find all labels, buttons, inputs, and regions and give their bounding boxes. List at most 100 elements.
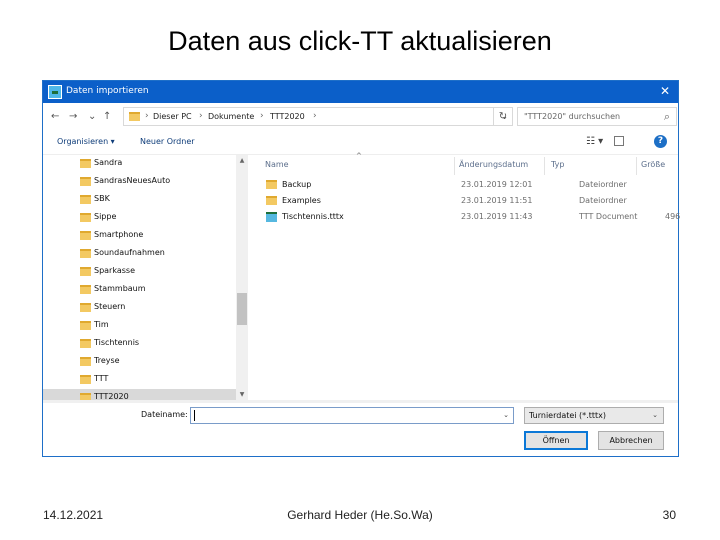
folder-icon (266, 196, 277, 205)
tree-item-label: Sparkasse (94, 266, 135, 275)
file-name: Examples (282, 196, 321, 205)
folder-icon (80, 321, 91, 330)
help-icon[interactable]: ? (654, 135, 667, 148)
scroll-up-icon[interactable]: ▲ (236, 157, 248, 164)
filetype-select[interactable]: Turnierdatei (*.tttx) ⌄ (524, 407, 664, 424)
tree-item-label: Steuern (94, 302, 126, 311)
file-type: TTT Document (579, 212, 638, 221)
footer-author: Gerhard Heder (He.So.Wa) (287, 508, 433, 522)
open-button[interactable]: Öffnen (524, 431, 588, 450)
column-header-date[interactable]: Änderungsdatum (459, 160, 528, 169)
text-caret (194, 410, 195, 421)
file-date: 23.01.2019 12:01 (461, 180, 533, 189)
column-header-name[interactable]: Name (265, 160, 289, 169)
scroll-down-icon[interactable]: ▼ (236, 391, 248, 398)
chevron-right-icon: › (199, 111, 203, 121)
recent-locations-chevron-icon[interactable]: ⌄ (88, 111, 96, 122)
file-date: 23.01.2019 11:51 (461, 196, 533, 205)
tree-item-label: Tischtennis (94, 338, 140, 347)
tree-item-label: Sippe (94, 212, 117, 221)
organize-button[interactable]: Organisieren ▾ (57, 137, 115, 146)
search-placeholder: "TTT2020" durchsuchen (524, 112, 621, 121)
import-dialog: Daten importieren ✕ ← → ⌄ ↑ › Dieser PC … (42, 80, 681, 457)
back-arrow-icon[interactable]: ← (51, 111, 59, 122)
tree-item[interactable]: Sandra (43, 155, 236, 173)
view-options-icon[interactable]: ☷ ▾ (586, 136, 603, 147)
filetype-value: Turnierdatei (*.tttx) (529, 411, 606, 420)
tree-item[interactable]: TTT2020 (43, 389, 236, 400)
tree-item-label: Smartphone (94, 230, 144, 239)
dialog-title: Daten importieren (66, 86, 149, 96)
chevron-right-icon: › (313, 111, 317, 121)
preview-pane-icon[interactable] (614, 136, 624, 146)
tree-item[interactable]: Soundaufnahmen (43, 245, 236, 263)
cancel-button[interactable]: Abbrechen (598, 431, 664, 450)
tree-item-label: TTT (94, 374, 109, 383)
file-row[interactable]: Examples 23.01.2019 11:51 Dateiordner (248, 193, 678, 209)
tree-item[interactable]: TTT (43, 371, 236, 389)
column-divider[interactable] (454, 157, 455, 175)
tree-item[interactable]: Tim (43, 317, 236, 335)
refresh-icon[interactable]: ↻ (493, 107, 513, 126)
folder-icon (129, 112, 140, 121)
column-divider[interactable] (636, 157, 637, 175)
tree-item[interactable]: Sippe (43, 209, 236, 227)
tree-item-label: SBK (94, 194, 110, 203)
filename-input[interactable]: ⌄ (190, 407, 514, 424)
footer-page-number: 30 (662, 508, 676, 522)
file-list: ^ Name Änderungsdatum Typ Größe Backup 23… (248, 152, 681, 400)
forward-arrow-icon[interactable]: → (69, 111, 77, 122)
tree-scrollbar[interactable]: ▲ ▼ (236, 155, 248, 400)
tree-item[interactable]: Tischtennis (43, 335, 236, 353)
tree-item-label: TTT2020 (94, 392, 129, 400)
file-row[interactable]: Backup 23.01.2019 12:01 Dateiordner (248, 177, 678, 193)
folder-icon (80, 159, 91, 168)
folder-icon (80, 231, 91, 240)
tree-item[interactable]: SandrasNeuesAuto (43, 173, 236, 191)
folder-icon (80, 249, 91, 258)
sort-indicator-icon: ^ (356, 152, 362, 160)
search-box[interactable]: "TTT2020" durchsuchen ⌕ (517, 107, 677, 126)
folder-icon (266, 180, 277, 189)
folder-icon (80, 195, 91, 204)
file-name: Backup (282, 180, 312, 189)
folder-icon (80, 357, 91, 366)
breadcrumb-dokumente[interactable]: Dokumente (208, 112, 254, 121)
navigation-bar: ← → ⌄ ↑ › Dieser PC › Dokumente › TTT202… (43, 103, 678, 131)
filename-dropdown-chevron-icon[interactable]: ⌄ (503, 411, 509, 419)
tree-item-label: Sandra (94, 158, 123, 167)
file-size: 496 (665, 212, 681, 221)
new-folder-button[interactable]: Neuer Ordner (140, 137, 195, 146)
chevron-right-icon: › (145, 111, 149, 121)
column-header-size[interactable]: Größe (641, 160, 665, 169)
filetype-chevron-icon: ⌄ (652, 411, 658, 419)
column-divider[interactable] (544, 157, 545, 175)
tree-item-label: Stammbaum (94, 284, 146, 293)
column-header-type[interactable]: Typ (551, 160, 564, 169)
tree-item-label: Tim (94, 320, 109, 329)
breadcrumb-ttt2020[interactable]: TTT2020 (270, 112, 305, 121)
tree-item[interactable]: Sparkasse (43, 263, 236, 281)
tree-item[interactable]: Steuern (43, 299, 236, 317)
slide-title: Daten aus click-TT aktualisieren (168, 26, 552, 56)
folder-icon (80, 177, 91, 186)
tree-item[interactable]: SBK (43, 191, 236, 209)
tree-item-label: SandrasNeuesAuto (94, 176, 171, 185)
tree-item-label: Soundaufnahmen (94, 248, 165, 257)
breadcrumb-dieser-pc[interactable]: Dieser PC (153, 112, 192, 121)
tree-item[interactable]: Smartphone (43, 227, 236, 245)
tree-item[interactable]: Stammbaum (43, 281, 236, 299)
chevron-right-icon: › (260, 111, 264, 121)
file-type: Dateiordner (579, 180, 627, 189)
close-button[interactable]: ✕ (658, 84, 672, 98)
dialog-titlebar[interactable]: Daten importieren ✕ (43, 81, 678, 103)
horizontal-scrollbar[interactable] (43, 400, 678, 403)
ttt-document-icon (266, 212, 277, 222)
scrollbar-thumb[interactable] (237, 293, 247, 325)
file-row[interactable]: Tischtennis.tttx 23.01.2019 11:43 TTT Docu… (248, 209, 681, 225)
file-name: Tischtennis.tttx (282, 212, 344, 221)
up-arrow-icon[interactable]: ↑ (103, 111, 111, 122)
address-bar[interactable]: › Dieser PC › Dokumente › TTT2020 › ⌄ (123, 107, 513, 126)
tree-item[interactable]: Treyse (43, 353, 236, 371)
folder-icon (80, 267, 91, 276)
